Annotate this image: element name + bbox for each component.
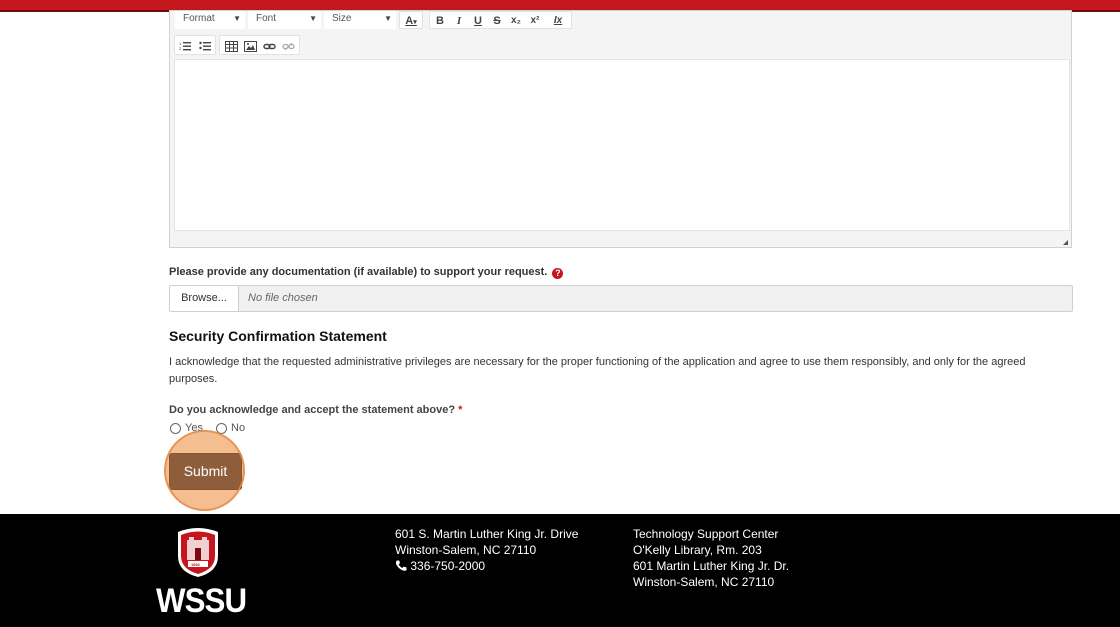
section-heading: Security Confirmation Statement [169,328,387,344]
basic-styles-group: B I U S x₂ x² Ix [429,11,572,29]
acknowledge-question: Do you acknowledge and accept the statem… [169,404,462,416]
footer: 1892 WSSU 601 S. Martin Luther King Jr. … [0,514,1120,627]
submit-button[interactable]: Submit [169,453,242,490]
footer-support: Technology Support Center O'Kelly Librar… [633,526,789,590]
chevron-down-icon: ▼ [384,14,392,23]
resize-handle-icon[interactable] [1063,240,1068,245]
phone-number[interactable]: 336-750-2000 [410,559,485,573]
format-dropdown[interactable]: Format ▼ [175,11,245,29]
font-dropdown[interactable]: Font ▼ [248,11,321,29]
size-dropdown[interactable]: Size ▼ [324,11,396,29]
chevron-down-icon: ▼ [233,14,241,23]
unlink-icon[interactable] [280,37,296,55]
subscript-button[interactable]: x₂ [508,12,524,30]
bulleted-list-icon[interactable] [197,37,213,55]
address-line-1: 601 S. Martin Luther King Jr. Drive [395,527,579,541]
image-icon[interactable] [242,37,258,55]
help-icon[interactable]: ? [552,268,564,279]
list-group: 12 [174,35,216,55]
editor-content-area[interactable] [174,59,1070,231]
text-color-group: A▾ [399,11,423,29]
security-statement: I acknowledge that the requested adminis… [169,356,1026,385]
text-color-button[interactable]: A▾ [401,12,421,30]
file-status: No file chosen [248,292,318,304]
phone-line[interactable]: 336-750-2000 [395,558,578,574]
underline-button[interactable]: U [470,12,486,30]
required-mark: * [458,404,463,416]
chevron-down-icon: ▼ [309,14,317,23]
no-radio-label[interactable]: No [231,422,245,434]
support-line-3: 601 Martin Luther King Jr. Dr. [633,559,790,573]
footer-address: 601 S. Martin Luther King Jr. Drive Wins… [395,526,578,574]
university-seal-icon: 1892 [174,526,222,583]
documentation-label-text: Please provide any documentation (if ava… [169,266,548,278]
rich-text-editor: Format ▼ Font ▼ Size ▼ A▾ B I U S x₂ x² … [169,10,1072,248]
yes-radio-label[interactable]: Yes [185,422,203,434]
font-dropdown-label: Font [256,13,277,24]
bold-button[interactable]: B [432,12,448,30]
submit-button-label: Submit [183,463,228,479]
file-upload-field[interactable]: Browse... No file chosen [169,285,1073,312]
support-line-4: Winston-Salem, NC 27110 [633,575,775,589]
numbered-list-icon[interactable]: 12 [177,37,193,55]
size-dropdown-label: Size [332,13,352,24]
superscript-button[interactable]: x² [527,12,543,30]
format-dropdown-label: Format [183,13,215,24]
question-text: Do you acknowledge and accept the statem… [169,404,456,416]
svg-text:2: 2 [179,46,182,51]
italic-button[interactable]: I [451,12,467,30]
support-line-1: Technology Support Center [633,527,779,541]
strikethrough-button[interactable]: S [489,12,505,30]
seal-year: 1892 [191,562,200,567]
address-line-2: Winston-Salem, NC 27110 [395,543,537,557]
insert-group [219,35,300,55]
browse-button[interactable]: Browse... [170,286,239,311]
phone-icon [395,559,410,573]
support-line-2: O'Kelly Library, Rm. 203 [633,543,762,557]
link-icon[interactable] [261,37,277,55]
no-radio[interactable] [216,423,227,434]
remove-format-button[interactable]: Ix [550,12,566,30]
yes-radio[interactable] [170,423,181,434]
table-icon[interactable] [223,37,239,55]
documentation-label: Please provide any documentation (if ava… [169,266,564,279]
wssu-logo: WSSU [156,582,247,620]
